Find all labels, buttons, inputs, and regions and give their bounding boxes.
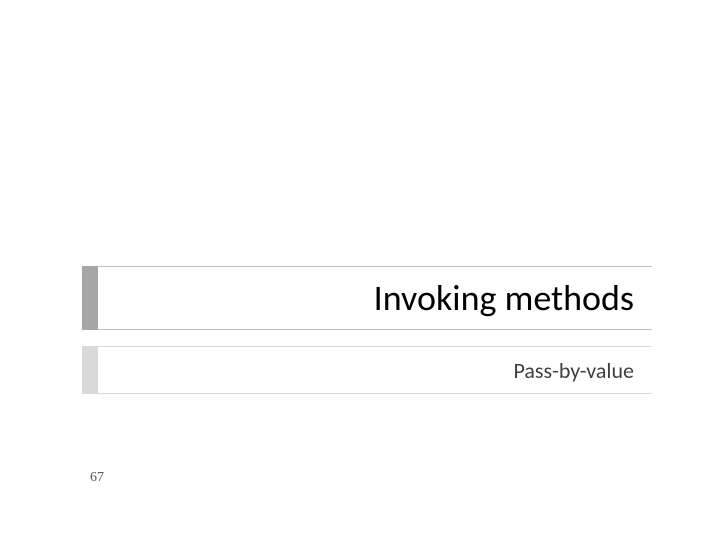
slide-title: Invoking methods xyxy=(374,276,634,320)
title-accent-bar xyxy=(82,266,98,330)
title-bar: Invoking methods xyxy=(82,266,652,330)
title-content: Invoking methods xyxy=(98,266,652,330)
subtitle-content: Pass-by-value xyxy=(98,346,652,394)
slide-subtitle: Pass-by-value xyxy=(513,357,634,384)
page-number: 67 xyxy=(90,470,104,486)
slide-container: Invoking methods Pass-by-value 67 xyxy=(0,0,720,540)
subtitle-accent-bar xyxy=(82,346,98,394)
subtitle-bar: Pass-by-value xyxy=(82,346,652,394)
